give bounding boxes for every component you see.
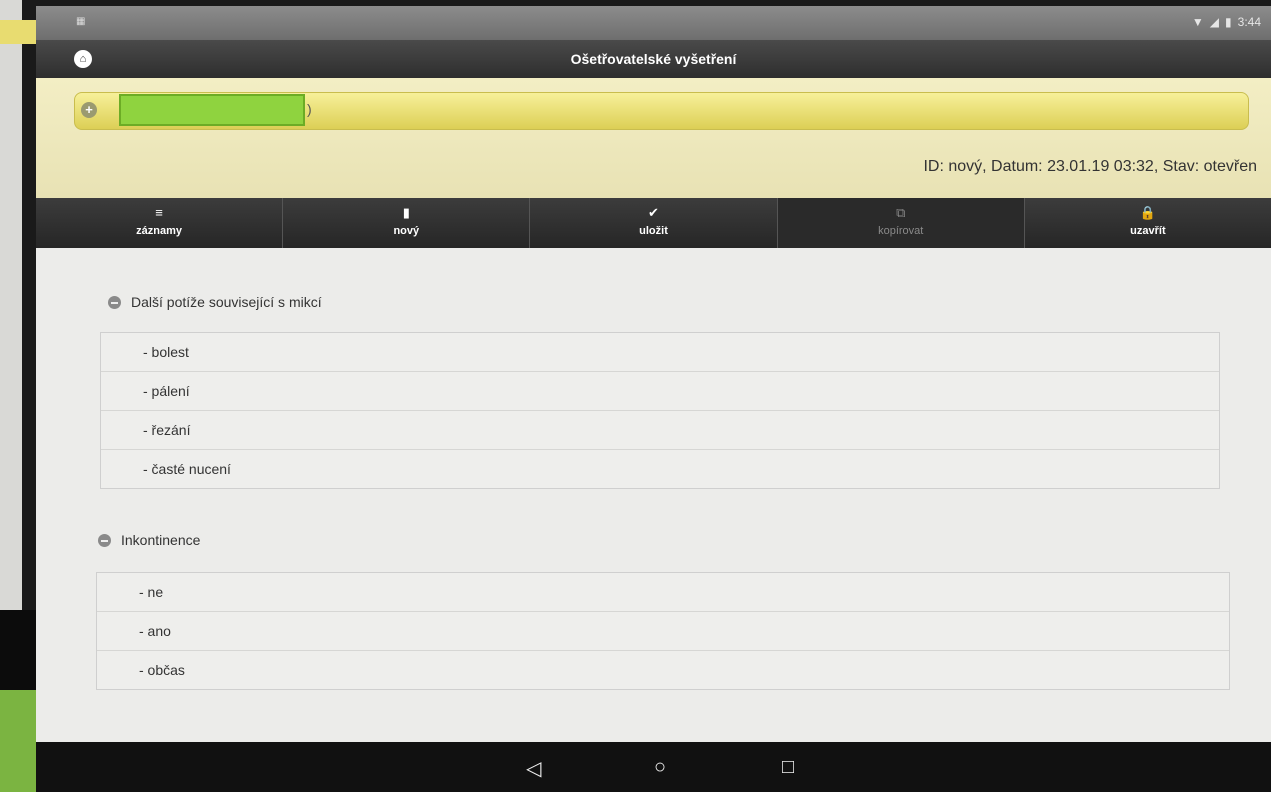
- lock-icon: 🔒: [1139, 205, 1156, 220]
- toolbar-button-kopirovat[interactable]: ⧉ kopírovat: [777, 198, 1025, 248]
- collapse-minus-icon: [108, 296, 121, 309]
- section-title: Další potíže související s mikcí: [131, 294, 322, 310]
- toolbar-button-uzavrit[interactable]: 🔒 uzavřít: [1024, 198, 1271, 248]
- status-bar: ▦ ▼ ◢ ▮ 3:44: [36, 6, 1271, 40]
- option-item[interactable]: - občas: [97, 651, 1229, 689]
- tablet-screen: ▦ ▼ ◢ ▮ 3:44 ⌂ Ošetřovatelské vyšetření …: [36, 6, 1271, 792]
- signal-icon: ◢: [1209, 15, 1220, 29]
- checkmark-icon: ✔: [648, 205, 659, 220]
- new-document-icon: ▮: [402, 205, 410, 220]
- option-item[interactable]: - ne: [97, 573, 1229, 612]
- page-title: Ošetřovatelské vyšetření: [570, 51, 737, 67]
- title-bar: ⌂ Ošetřovatelské vyšetření: [36, 40, 1271, 78]
- background-dark: [0, 610, 40, 690]
- form-content: Další potíže související s mikcí - boles…: [36, 248, 1271, 742]
- patient-bar[interactable]: + ): [74, 92, 1249, 130]
- home-circle-icon[interactable]: ○: [654, 756, 666, 779]
- option-item[interactable]: - ano: [97, 612, 1229, 651]
- patient-header: + ) ID: nový, Datum: 23.01.19 03:32, Sta…: [36, 78, 1271, 198]
- list-icon: ≡: [155, 205, 163, 220]
- toolbar-label: nový: [393, 225, 420, 237]
- option-list: - bolest - pálení - řezání - časté nucen…: [100, 332, 1220, 489]
- android-nav-bar: ◁ ○ □: [36, 742, 1271, 792]
- toolbar-label: kopírovat: [878, 225, 924, 237]
- option-item[interactable]: - pálení: [101, 372, 1219, 411]
- toolbar-label: uložit: [639, 225, 668, 237]
- section-header[interactable]: Další potíže související s mikcí: [108, 294, 322, 310]
- recents-icon[interactable]: □: [782, 756, 794, 779]
- status-icons: ▼ ◢ ▮ 3:44: [1192, 15, 1261, 29]
- toolbar-button-ulozit[interactable]: ✔ uložit: [530, 198, 778, 248]
- collapse-minus-icon: [98, 534, 111, 547]
- toolbar-button-zaznamy[interactable]: ≡ záznamy: [36, 198, 284, 248]
- option-item[interactable]: - bolest: [101, 333, 1219, 372]
- toolbar-button-novy[interactable]: ▮ nový: [283, 198, 531, 248]
- action-toolbar: ≡ záznamy ▮ nový ✔ uložit ⧉ kopírovat 🔒 …: [36, 198, 1271, 248]
- copy-icon: ⧉: [896, 205, 906, 220]
- toolbar-label: uzavřít: [1130, 225, 1166, 237]
- section-header[interactable]: Inkontinence: [98, 532, 200, 548]
- status-time: 3:44: [1237, 15, 1261, 29]
- option-item[interactable]: - časté nucení: [101, 450, 1219, 488]
- record-meta: ID: nový, Datum: 23.01.19 03:32, Stav: o…: [923, 158, 1257, 175]
- option-item[interactable]: - řezání: [101, 411, 1219, 450]
- patient-name-redacted: [119, 94, 305, 126]
- battery-icon: ▮: [1225, 15, 1232, 29]
- toolbar-label: záznamy: [136, 225, 183, 237]
- back-icon[interactable]: ◁: [526, 756, 541, 781]
- expand-plus-icon[interactable]: +: [81, 102, 97, 118]
- background-green: [0, 690, 40, 792]
- option-list: - ne - ano - občas: [96, 572, 1230, 690]
- wifi-icon: ▼: [1191, 15, 1204, 29]
- section-title: Inkontinence: [121, 532, 201, 548]
- patient-bar-paren: ): [307, 101, 312, 117]
- notification-icon: ▦: [76, 16, 86, 27]
